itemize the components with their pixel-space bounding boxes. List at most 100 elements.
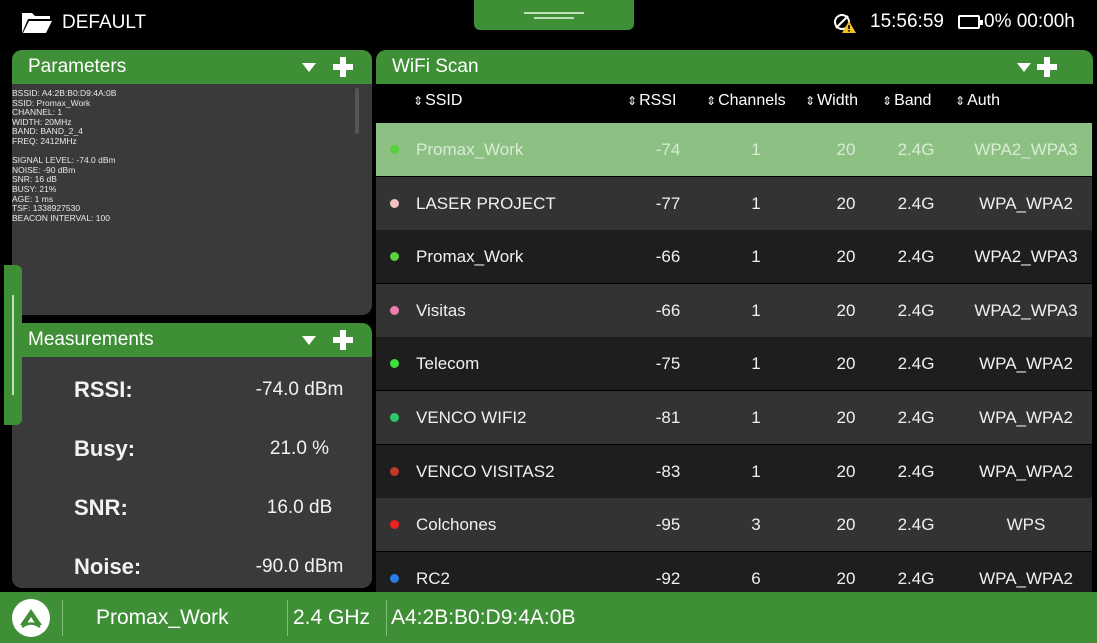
add-icon[interactable] — [1037, 57, 1057, 77]
sort-icon: ⇕ — [413, 94, 424, 108]
table-row[interactable]: Colchones -95 3 20 2.4G WPS — [376, 498, 1092, 552]
column-header-width[interactable]: ⇕ Width — [805, 92, 858, 110]
sort-icon: ⇕ — [882, 94, 893, 108]
cell-channels: 1 — [751, 247, 761, 267]
signal-dot-icon — [390, 145, 399, 154]
parameter-line: SIGNAL LEVEL: -74.0 dBm — [12, 155, 116, 166]
table-row[interactable]: Promax_Work -74 1 20 2.4G WPA2_WPA3 — [376, 123, 1092, 176]
measurement-row: Noise: -90.0 dBm — [12, 542, 361, 588]
table-row[interactable]: Visitas -66 1 20 2.4G WPA2_WPA3 — [376, 283, 1092, 337]
dropdown-icon[interactable] — [1017, 63, 1031, 72]
cell-band: 2.4G — [897, 300, 935, 320]
sort-icon: ⇕ — [805, 94, 816, 108]
cell-width: 20 — [836, 515, 856, 535]
column-header-label: SSID — [425, 92, 463, 109]
signal-dot-icon — [390, 359, 399, 369]
parameters-text: BSSID: A4:2B:B0:D9:4A:0B SSID: Promax_Wor… — [12, 88, 352, 222]
cell-band: 2.4G — [897, 193, 935, 213]
cell-ssid: Visitas — [416, 300, 466, 320]
cell-channels: 3 — [751, 515, 761, 535]
cell-ssid: RC2 — [416, 568, 451, 588]
parameter-line: BAND: BAND_2_4 — [12, 126, 83, 137]
column-header-label: Band — [894, 92, 932, 109]
parameter-line: SSID: Promax_Work — [12, 97, 91, 108]
app-logo-icon[interactable] — [12, 599, 50, 637]
cell-channels: 1 — [751, 193, 761, 213]
sort-icon: ⇕ — [627, 94, 638, 108]
signal-dot-icon — [390, 466, 399, 476]
cell-band: 2.4G — [897, 515, 935, 535]
cell-ssid: LASER PROJECT — [416, 193, 556, 213]
divider — [386, 600, 387, 636]
cell-rssi: -66 — [655, 247, 681, 267]
add-icon[interactable] — [333, 330, 353, 350]
measurement-row: SNR: 16.0 dB — [12, 483, 361, 537]
table-row[interactable]: VENCO WIFI2 -81 1 20 2.4G WPA_WPA2 — [376, 391, 1092, 444]
signal-dot-icon — [390, 305, 399, 315]
connected-bssid: A4:2B:B0:D9:4A:0B — [391, 606, 576, 629]
table-row[interactable]: Telecom -75 1 20 2.4G WPA_WPA2 — [376, 337, 1092, 391]
column-header-channels[interactable]: ⇕ Channels — [706, 92, 786, 110]
cell-channels: 1 — [751, 461, 761, 481]
parameter-line: BUSY: 21% — [12, 183, 57, 194]
parameters-scrollbar[interactable] — [355, 88, 359, 134]
column-header-ssid[interactable]: ⇕ SSID — [413, 92, 462, 110]
column-header-auth[interactable]: ⇕ Auth — [955, 92, 1000, 110]
parameters-title: Parameters — [28, 56, 127, 77]
column-header-band[interactable]: ⇕ Band — [882, 92, 931, 110]
cell-rssi: -75 — [655, 354, 681, 374]
cell-ssid: Promax_Work — [416, 247, 524, 267]
measurements-title: Measurements — [28, 329, 154, 350]
parameter-line: CHANNEL: 1 — [12, 107, 63, 118]
cell-auth: WPA2_WPA3 — [974, 247, 1078, 267]
cell-width: 20 — [836, 568, 856, 588]
cell-rssi: -81 — [655, 408, 681, 427]
cell-ssid: Telecom — [416, 354, 480, 374]
parameter-line: NOISE: -90 dBm — [12, 164, 76, 175]
clock: 15:56:59 — [870, 11, 944, 32]
table-row[interactable]: Promax_Work -66 1 20 2.4G WPA2_WPA3 — [376, 230, 1092, 284]
connected-band: 2.4 GHz — [293, 606, 371, 629]
cell-channels: 6 — [751, 568, 761, 588]
measurement-row: RSSI: -74.0 dBm — [12, 365, 361, 419]
cell-width: 20 — [836, 300, 856, 320]
gps-warning-icon — [834, 14, 856, 33]
cell-ssid: VENCO VISITAS2 — [416, 461, 555, 481]
table-row[interactable]: LASER PROJECT -77 1 20 2.4G WPA_WPA2 — [376, 176, 1092, 230]
cell-width: 20 — [836, 354, 856, 374]
sort-icon: ⇕ — [706, 94, 717, 108]
parameter-line: FREQ: 2412MHz — [12, 135, 77, 146]
measurements-header: Measurements — [12, 323, 372, 357]
connection-bar: Promax_Work 2.4 GHz A4:2B:B0:D9:4A:0B — [0, 592, 1097, 643]
add-icon[interactable] — [333, 57, 353, 77]
column-header-label: Auth — [967, 92, 1000, 109]
parameter-line: BSSID: A4:2B:B0:D9:4A:0B — [12, 88, 117, 98]
cell-channels: 1 — [751, 354, 761, 374]
side-drawer-handle[interactable] — [4, 265, 22, 425]
cell-auth: WPA_WPA2 — [979, 193, 1073, 213]
battery-icon — [958, 15, 983, 29]
dropdown-icon[interactable] — [302, 336, 316, 345]
cell-auth: WPA_WPA2 — [979, 461, 1073, 481]
measurement-value: 16.0 dB — [266, 497, 333, 518]
cell-auth: WPA_WPA2 — [979, 354, 1073, 374]
cell-channels: 1 — [751, 408, 761, 427]
parameter-line: SNR: 16 dB — [12, 174, 57, 185]
top-drawer-handle[interactable] — [474, 0, 634, 30]
cell-width: 20 — [836, 408, 856, 427]
signal-dot-icon — [390, 252, 399, 262]
measurement-value: -74.0 dBm — [255, 379, 344, 400]
dropdown-icon[interactable] — [302, 63, 316, 72]
battery-status: 0% 00:00h — [984, 11, 1075, 32]
column-header-rssi[interactable]: ⇕ RSSI — [627, 92, 676, 110]
parameter-line: AGE: 1 ms — [12, 193, 54, 204]
profile-name[interactable]: DEFAULT — [62, 12, 146, 34]
table-row[interactable]: VENCO VISITAS2 -83 1 20 2.4G WPA_WPA2 — [376, 444, 1092, 498]
status-bar: DEFAULT 15:56:59 0% 00:00h — [0, 0, 1097, 46]
parameter-line: WIDTH: 20MHz — [12, 116, 72, 127]
parameter-line: BEACON INTERVAL: 100 — [12, 212, 110, 223]
signal-dot-icon — [390, 573, 399, 583]
wifi-scan-header: WiFi Scan — [376, 50, 1093, 84]
folder-icon[interactable] — [22, 13, 52, 33]
signal-dot-icon — [390, 520, 399, 530]
